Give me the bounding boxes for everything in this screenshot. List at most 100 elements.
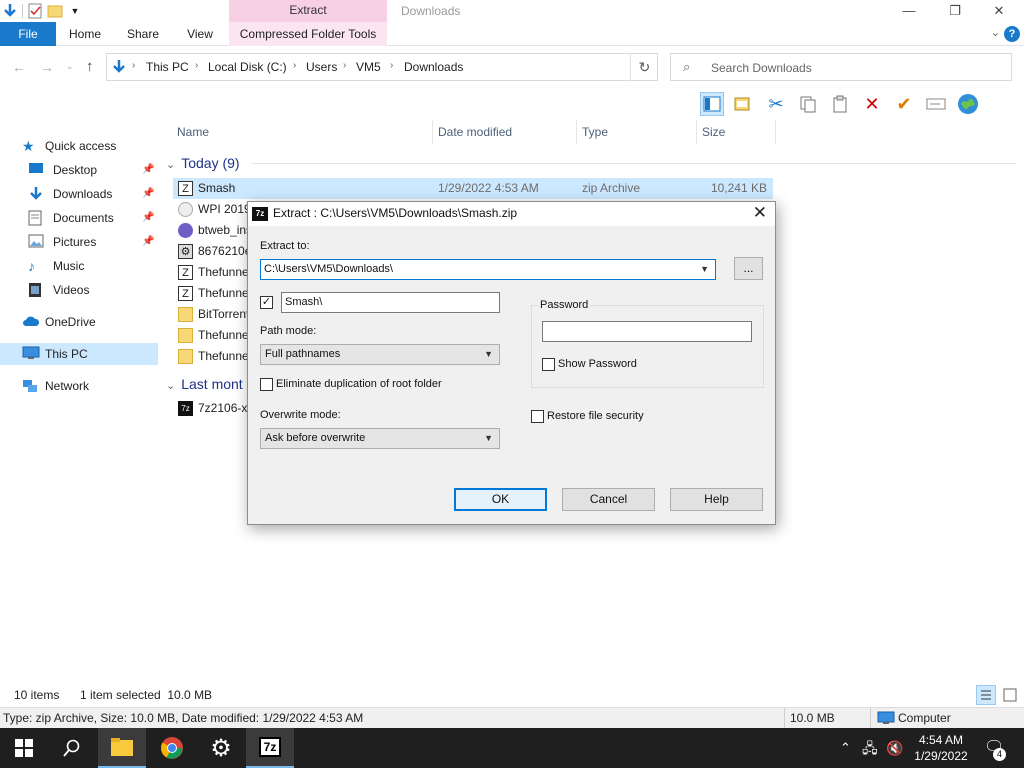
- search-button[interactable]: [48, 728, 96, 768]
- tab-compressed-folder-tools[interactable]: Compressed Folder Tools: [229, 22, 387, 46]
- show-password-checkbox[interactable]: [542, 358, 555, 371]
- properties-icon[interactable]: [27, 3, 43, 19]
- search-box[interactable]: ⌕ Search Downloads: [670, 53, 1012, 81]
- expand-ribbon-icon[interactable]: ⌄: [991, 26, 1000, 39]
- tab-file[interactable]: File: [0, 22, 56, 46]
- copy-icon[interactable]: [796, 92, 820, 116]
- forward-arrow-icon[interactable]: →: [40, 59, 54, 75]
- breadcrumb-users[interactable]: Users: [306, 60, 337, 74]
- file-explorer-taskbar-button[interactable]: [98, 728, 146, 768]
- tray-overflow-icon[interactable]: ⌃: [840, 728, 851, 768]
- breadcrumb-this-pc[interactable]: This PC: [146, 60, 189, 74]
- sidebar-item-downloads[interactable]: Downloads 📌: [0, 183, 158, 205]
- collapse-icon[interactable]: ⌄: [166, 159, 175, 171]
- table-row[interactable]: Z Smash 1/29/2022 4:53 AM zip Archive 10…: [173, 178, 773, 199]
- down-arrow-icon[interactable]: [2, 3, 18, 19]
- browse-button[interactable]: ...: [734, 257, 763, 280]
- customize-qat-icon[interactable]: ▼: [67, 3, 83, 19]
- sidebar-item-this-pc[interactable]: This PC: [0, 343, 158, 365]
- minimize-button[interactable]: —: [886, 0, 932, 22]
- paste-icon[interactable]: [828, 92, 852, 116]
- volume-muted-icon[interactable]: 🔇: [886, 728, 903, 768]
- help-icon[interactable]: ?: [1004, 26, 1020, 42]
- pin-icon[interactable]: 📌: [142, 207, 154, 229]
- tab-home[interactable]: Home: [60, 22, 110, 46]
- extract-to-combobox[interactable]: C:\Users\VM5\Downloads\ ▼: [260, 259, 716, 280]
- collapse-icon[interactable]: ⌄: [166, 380, 175, 392]
- preview-pane-icon[interactable]: [700, 92, 724, 116]
- path-mode-value: Full pathnames: [265, 348, 341, 360]
- password-input[interactable]: [542, 321, 752, 342]
- subfolder-checkbox[interactable]: ✓: [260, 296, 273, 309]
- chevron-down-icon[interactable]: ▼: [700, 260, 709, 279]
- column-header-name[interactable]: Name: [177, 120, 209, 144]
- crumb-separator[interactable]: ›: [132, 60, 135, 71]
- search-input[interactable]: Search Downloads: [711, 61, 812, 75]
- recent-locations-icon[interactable]: ⌄: [66, 61, 74, 72]
- crumb-separator[interactable]: ›: [390, 60, 393, 71]
- crumb-separator[interactable]: ›: [343, 60, 346, 71]
- pin-icon[interactable]: 📌: [142, 159, 154, 181]
- column-divider[interactable]: [696, 120, 697, 144]
- 7zip-taskbar-button[interactable]: 7z: [246, 728, 294, 768]
- column-header-size[interactable]: Size: [702, 120, 725, 144]
- breadcrumb-vm5[interactable]: VM5: [356, 60, 381, 74]
- sidebar-item-pictures[interactable]: Pictures 📌: [0, 231, 158, 253]
- globe-icon[interactable]: [956, 92, 980, 116]
- restore-security-checkbox[interactable]: [531, 410, 544, 423]
- chevron-down-icon[interactable]: ▼: [484, 345, 493, 364]
- sidebar-item-quick-access[interactable]: ★ Quick access: [0, 135, 158, 157]
- back-arrow-icon[interactable]: ←: [12, 59, 26, 75]
- details-view-icon[interactable]: [976, 685, 996, 705]
- sidebar-item-videos[interactable]: Videos: [0, 279, 158, 301]
- column-divider[interactable]: [576, 120, 577, 144]
- column-divider[interactable]: [432, 120, 433, 144]
- rename-icon[interactable]: [924, 92, 948, 116]
- delete-icon[interactable]: ✕: [860, 92, 884, 116]
- sidebar-item-onedrive[interactable]: OneDrive: [0, 311, 158, 333]
- group-header-last-month[interactable]: ⌄ Last mont: [166, 374, 243, 394]
- crumb-separator[interactable]: ›: [195, 60, 198, 71]
- pin-icon[interactable]: 📌: [142, 231, 154, 253]
- start-button[interactable]: [0, 728, 48, 768]
- column-header-type[interactable]: Type: [582, 120, 608, 144]
- eliminate-duplication-checkbox[interactable]: [260, 378, 273, 391]
- sidebar-item-music[interactable]: ♪ Music: [0, 255, 158, 277]
- sidebar-item-desktop[interactable]: Desktop 📌: [0, 159, 158, 181]
- close-button[interactable]: ✕: [976, 0, 1022, 22]
- pin-icon[interactable]: 📌: [142, 183, 154, 205]
- layout-icon[interactable]: [732, 92, 756, 116]
- dialog-close-button[interactable]: ✕: [753, 203, 767, 223]
- sidebar-item-network[interactable]: Network: [0, 375, 158, 397]
- new-folder-icon[interactable]: [47, 3, 63, 19]
- system-clock[interactable]: 4:54 AM 1/29/2022: [906, 732, 976, 764]
- help-button[interactable]: Help: [670, 488, 763, 511]
- group-header-today[interactable]: ⌄ Today (9): [166, 153, 240, 173]
- refresh-icon[interactable]: ↻: [630, 53, 658, 81]
- column-header-date[interactable]: Date modified: [438, 120, 512, 144]
- subfolder-input[interactable]: Smash\: [281, 292, 500, 313]
- chrome-taskbar-button[interactable]: [148, 728, 196, 768]
- settings-taskbar-button[interactable]: ⚙: [197, 728, 245, 768]
- chevron-down-icon[interactable]: ▼: [484, 429, 493, 448]
- breadcrumb-local-disk[interactable]: Local Disk (C:): [208, 60, 287, 74]
- ok-button[interactable]: OK: [454, 488, 547, 511]
- file-name: 8676210e: [198, 244, 252, 258]
- overwrite-mode-select[interactable]: Ask before overwrite ▼: [260, 428, 500, 449]
- path-mode-select[interactable]: Full pathnames ▼: [260, 344, 500, 365]
- maximize-button[interactable]: ❐: [932, 0, 978, 22]
- up-arrow-icon[interactable]: ↑: [86, 58, 94, 75]
- column-divider[interactable]: [775, 120, 776, 144]
- group-label: Last mont: [181, 376, 243, 392]
- 7zip-installer-icon: 7z: [178, 401, 193, 416]
- tab-view[interactable]: View: [176, 22, 224, 46]
- check-icon[interactable]: ✔: [892, 92, 916, 116]
- sidebar-item-documents[interactable]: Documents 📌: [0, 207, 158, 229]
- cut-icon[interactable]: ✂: [764, 92, 788, 116]
- network-tray-icon[interactable]: 🖧: [862, 728, 878, 768]
- crumb-separator[interactable]: ›: [293, 60, 296, 71]
- breadcrumb-downloads[interactable]: Downloads: [404, 60, 463, 74]
- address-bar[interactable]: › This PC › Local Disk (C:) › Users › VM…: [106, 53, 721, 81]
- tab-share[interactable]: Share: [118, 22, 168, 46]
- cancel-button[interactable]: Cancel: [562, 488, 655, 511]
